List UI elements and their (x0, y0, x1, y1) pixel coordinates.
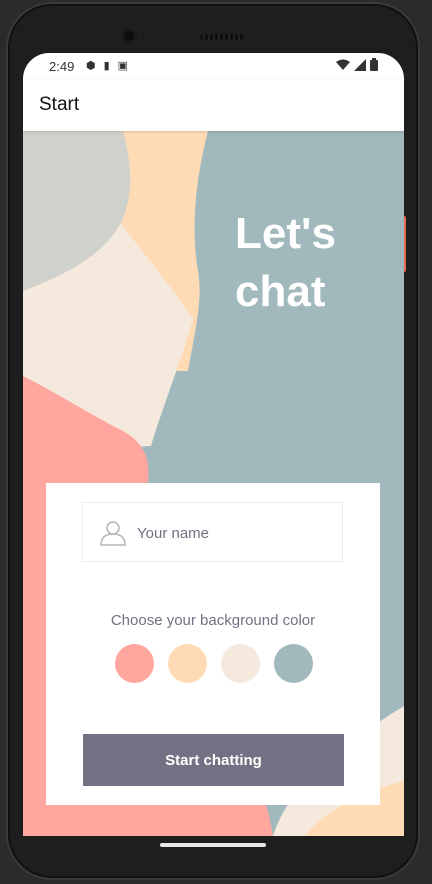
status-notification-icons: ⬢ ▮ ▣ (86, 59, 128, 72)
name-field[interactable] (82, 502, 343, 562)
color-swatch[interactable] (115, 644, 154, 683)
shield-icon: ⬢ (86, 60, 96, 72)
app-screen: 2:49 ⬢ ▮ ▣ Start Let's chat Your name Ch… (23, 53, 404, 836)
headline-line-2: chat (235, 267, 326, 316)
color-swatch[interactable] (221, 644, 260, 683)
headline-line-1: Let's (235, 209, 336, 258)
signal-icon (354, 58, 366, 71)
status-bar: 2:49 ⬢ ▮ ▣ (23, 53, 404, 79)
app-bar: Start (23, 79, 404, 131)
earpiece-speaker (200, 34, 244, 40)
system-nav-bar (23, 836, 404, 860)
start-chatting-button[interactable]: Start chatting (83, 734, 344, 786)
color-swatch-group (115, 644, 313, 683)
start-form-card: Choose your background color Start chatt… (46, 483, 380, 805)
sd-card-icon: ▮ (103, 60, 110, 72)
front-camera (121, 28, 137, 44)
wifi-icon (336, 59, 350, 70)
page-title: Start (39, 94, 80, 115)
choose-background-label: Choose your background color (110, 612, 316, 629)
color-swatch[interactable] (274, 644, 313, 683)
home-indicator[interactable] (160, 843, 266, 847)
color-swatch[interactable] (168, 644, 207, 683)
battery-icon (370, 58, 378, 71)
name-input[interactable] (137, 519, 327, 547)
a-icon: ▣ (117, 60, 129, 72)
user-icon (100, 521, 126, 546)
status-system-icons (336, 58, 378, 71)
status-time: 2:49 (49, 59, 75, 74)
headline: Let's chat (235, 205, 385, 321)
